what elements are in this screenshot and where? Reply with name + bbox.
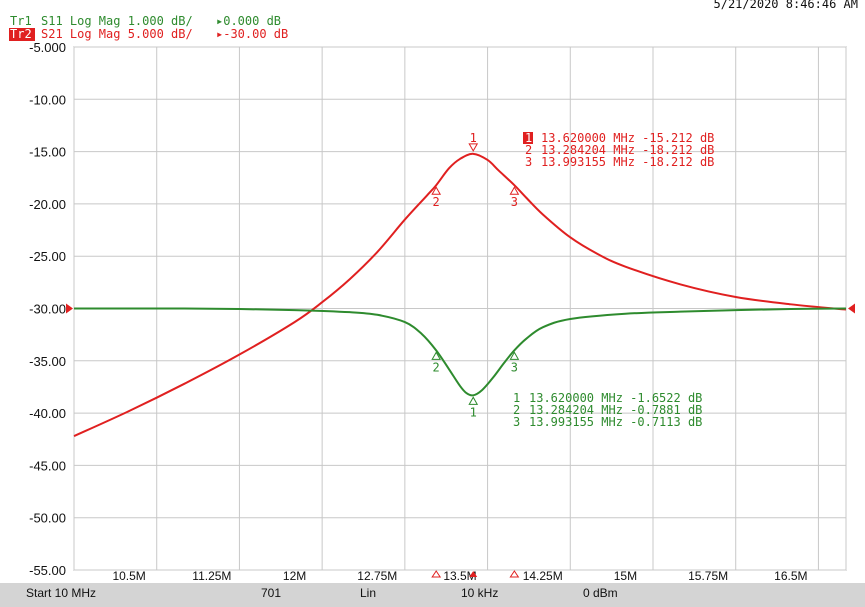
trace1-format: S11 Log Mag 1.000 dB/ [41, 14, 193, 28]
readout-value-s11: 13.993155 MHz -0.7113 dB [529, 415, 702, 429]
footer-power: 0 dBm [583, 586, 618, 600]
timestamp: 5/21/2020 8:46:46 AM [714, 0, 859, 11]
y-tick-label: -15.00 [29, 145, 66, 160]
marker-number: 1 [470, 131, 477, 145]
x-tick-label: 10.5M [112, 569, 145, 583]
x-axis: 10.5M 11.25M 12M 12.75M 13.5M 14.25M 15M 15.75M… [112, 569, 807, 583]
x-tick-label: 12.75M [357, 569, 397, 583]
footer-points: 701 [261, 586, 281, 600]
trace2-reference: ▸-30.00 dB [216, 27, 288, 41]
trace2-id[interactable]: Tr2 [10, 27, 32, 41]
x-tick-label: 15M [614, 569, 637, 583]
x-tick-label: 16.5M [774, 569, 807, 583]
x-tick-label: 15.75M [688, 569, 728, 583]
footer-bar [0, 583, 865, 607]
marker-number: 2 [433, 195, 440, 209]
y-tick-label: -50.00 [29, 511, 66, 526]
readout-marker-number: 3 [513, 415, 520, 429]
footer-sweep: Lin [360, 586, 376, 600]
stimulus-marker [431, 570, 442, 578]
y-tick-label: -45.00 [29, 458, 66, 473]
marker-number: 3 [511, 195, 518, 209]
y-tick-label: -5.000 [29, 40, 66, 55]
marker-number: 1 [470, 405, 477, 419]
y-tick-label: -40.00 [29, 406, 66, 421]
y-tick-label: -30.00 [29, 302, 66, 317]
trace1-reference: ▸0.000 dB [216, 14, 281, 28]
x-tick-label: 11.25M [192, 569, 231, 583]
reference-arrow-right [848, 303, 855, 314]
marker-number: 3 [511, 360, 518, 374]
y-tick-label: -55.00 [29, 563, 66, 578]
y-tick-label: -25.00 [29, 249, 66, 264]
x-tick-label: 12M [283, 569, 306, 583]
reference-arrow-left [66, 303, 73, 314]
footer-start: Start 10 MHz [26, 586, 96, 600]
y-tick-label: -35.00 [29, 354, 66, 369]
marker-number: 2 [433, 360, 440, 374]
y-tick-label: -20.00 [29, 197, 66, 212]
readout-value-s21: 13.993155 MHz -18.212 dB [541, 155, 714, 169]
chart-canvas: 5/21/2020 8:46:46 AM Tr1 S11 Log Mag 1.0… [0, 0, 865, 607]
stimulus-marker [509, 570, 520, 578]
footer-ifbw: 10 kHz [461, 586, 498, 600]
trace2-format: S21 Log Mag 5.000 dB/ [41, 27, 193, 41]
readout-marker-number: 3 [525, 155, 532, 169]
trace1-id[interactable]: Tr1 [10, 14, 32, 28]
y-tick-label: -10.00 [29, 92, 66, 107]
x-tick-label: 14.25M [523, 569, 563, 583]
